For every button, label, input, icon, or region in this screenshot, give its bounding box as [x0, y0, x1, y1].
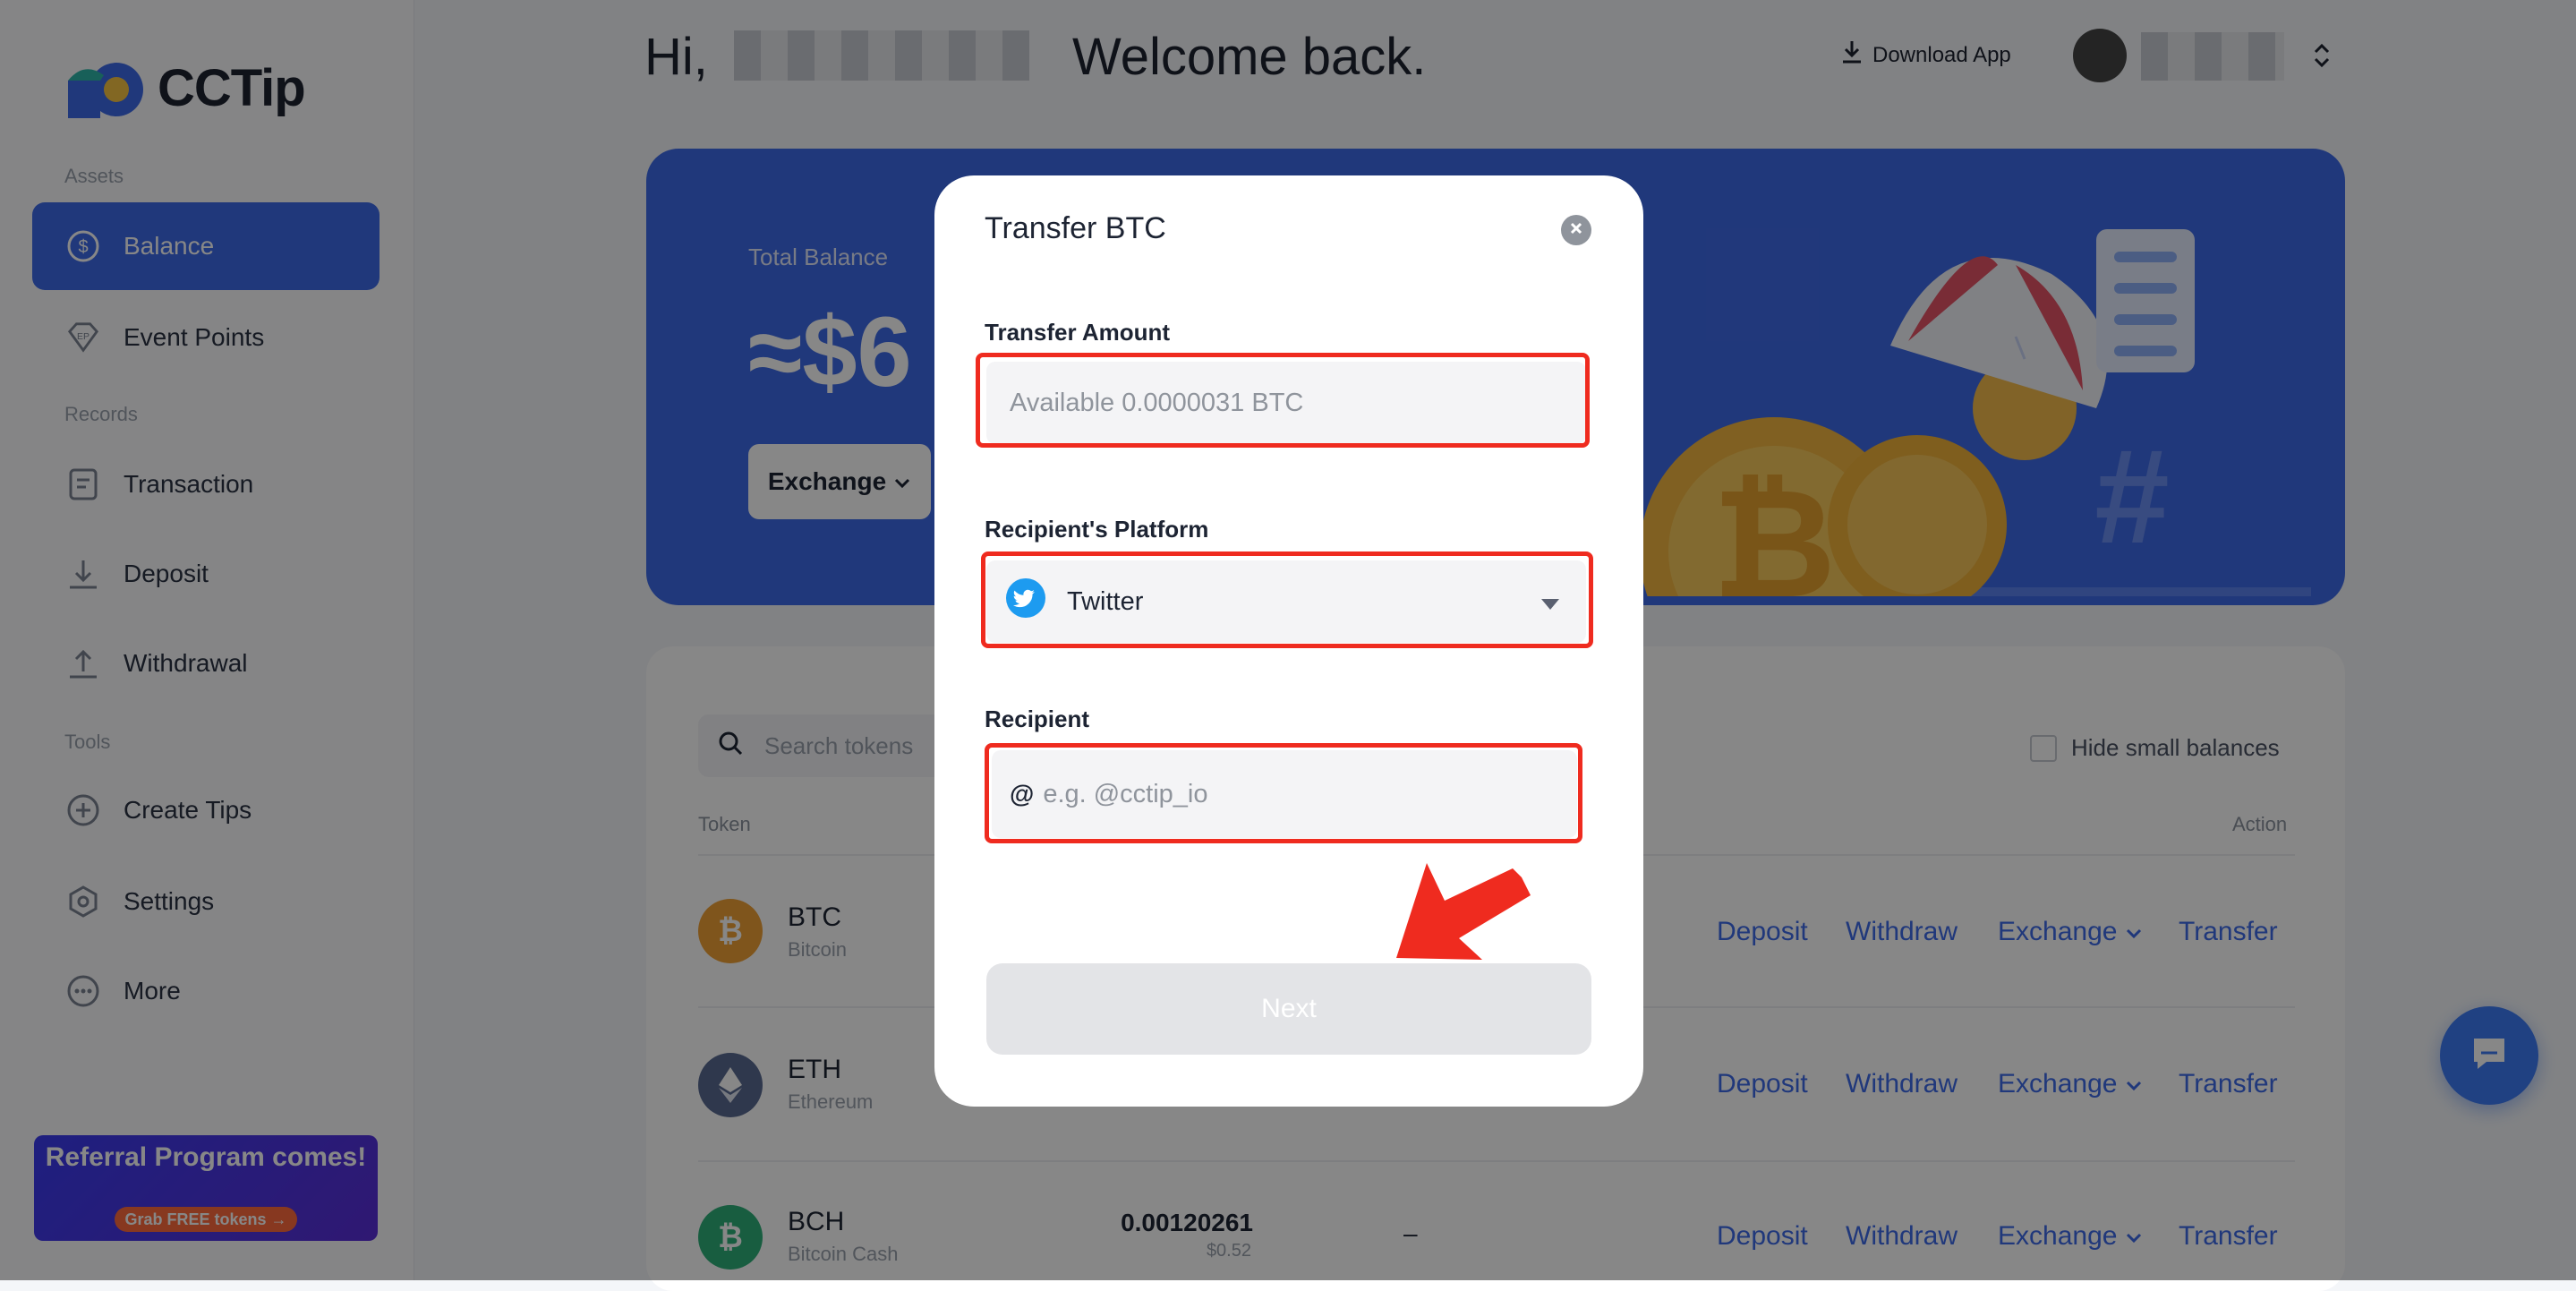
close-icon — [1569, 221, 1583, 240]
modal-title: Transfer BTC — [985, 211, 1166, 245]
annotation-arrow-icon — [1387, 859, 1531, 971]
highlight-box — [981, 551, 1593, 648]
close-button[interactable] — [1561, 215, 1591, 245]
platform-label: Recipient's Platform — [985, 516, 1209, 543]
recipient-label: Recipient — [985, 705, 1090, 732]
highlight-box — [985, 743, 1582, 843]
highlight-box — [976, 353, 1590, 448]
next-button[interactable]: Next — [986, 963, 1591, 1055]
transfer-amount-label: Transfer Amount — [985, 319, 1171, 346]
